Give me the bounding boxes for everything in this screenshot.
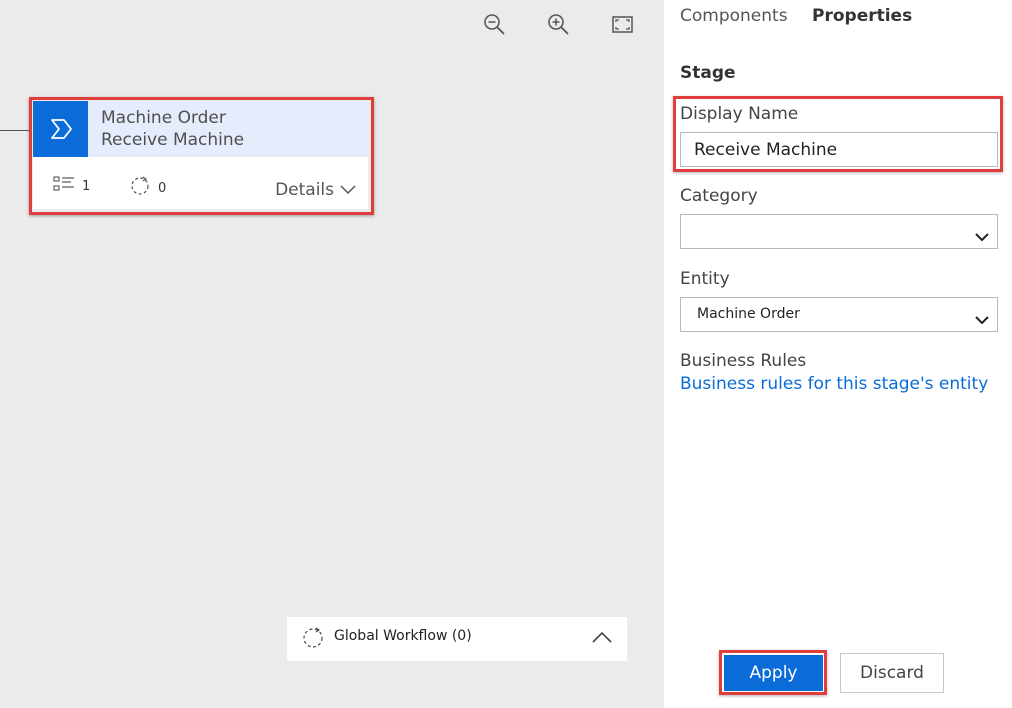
business-rules-label: Business Rules xyxy=(680,351,807,371)
display-name-label: Display Name xyxy=(680,104,799,124)
stage-entity-label: Machine Order xyxy=(101,108,226,128)
chevron-up-icon[interactable] xyxy=(591,629,613,648)
business-rules-link[interactable]: Business rules for this stage's entity xyxy=(680,374,988,394)
zoom-out-icon[interactable] xyxy=(482,12,508,38)
chevron-down-icon xyxy=(334,180,356,200)
stage-name-label: Receive Machine xyxy=(101,130,245,150)
category-label: Category xyxy=(680,186,758,206)
display-name-input[interactable] xyxy=(680,132,998,167)
tab-properties[interactable]: Properties xyxy=(812,6,912,26)
steps-metric: 1 xyxy=(53,176,90,196)
details-label: Details xyxy=(275,180,334,200)
entity-select[interactable]: Machine Order xyxy=(680,297,998,332)
steps-count: 1 xyxy=(82,178,91,194)
category-select[interactable] xyxy=(680,214,998,249)
process-canvas: Machine Order Receive Machine 1 0 Detail… xyxy=(0,0,664,708)
stage-connector-line xyxy=(0,130,30,131)
tab-components[interactable]: Components xyxy=(680,6,788,26)
details-toggle[interactable]: Details xyxy=(275,180,356,200)
discard-button[interactable]: Discard xyxy=(840,653,944,693)
workflows-metric: 0 xyxy=(129,176,166,200)
section-title: Stage xyxy=(680,63,736,83)
zoom-in-icon[interactable] xyxy=(546,12,572,38)
global-workflow-icon xyxy=(301,627,325,653)
global-workflow-bar: Global Workflow (0) xyxy=(287,617,627,661)
fit-to-screen-icon[interactable] xyxy=(610,12,636,38)
apply-button[interactable]: Apply xyxy=(724,655,823,691)
entity-value: Machine Order xyxy=(697,306,800,322)
workflows-count: 0 xyxy=(158,180,167,196)
steps-list-icon xyxy=(53,176,82,196)
stage-card-footer: 1 0 Details xyxy=(33,157,368,209)
chevron-down-icon xyxy=(975,310,989,329)
workflow-icon xyxy=(129,176,158,200)
stage-icon xyxy=(33,101,88,157)
stage-card-header[interactable]: Machine Order Receive Machine xyxy=(33,101,368,157)
properties-panel: Components Properties Stage Display Name… xyxy=(664,0,1012,708)
stage-card[interactable]: Machine Order Receive Machine 1 0 Detail… xyxy=(33,101,368,209)
chevron-down-icon xyxy=(975,227,989,246)
entity-label: Entity xyxy=(680,269,730,289)
global-workflow-label: Global Workflow (0) xyxy=(334,628,472,644)
